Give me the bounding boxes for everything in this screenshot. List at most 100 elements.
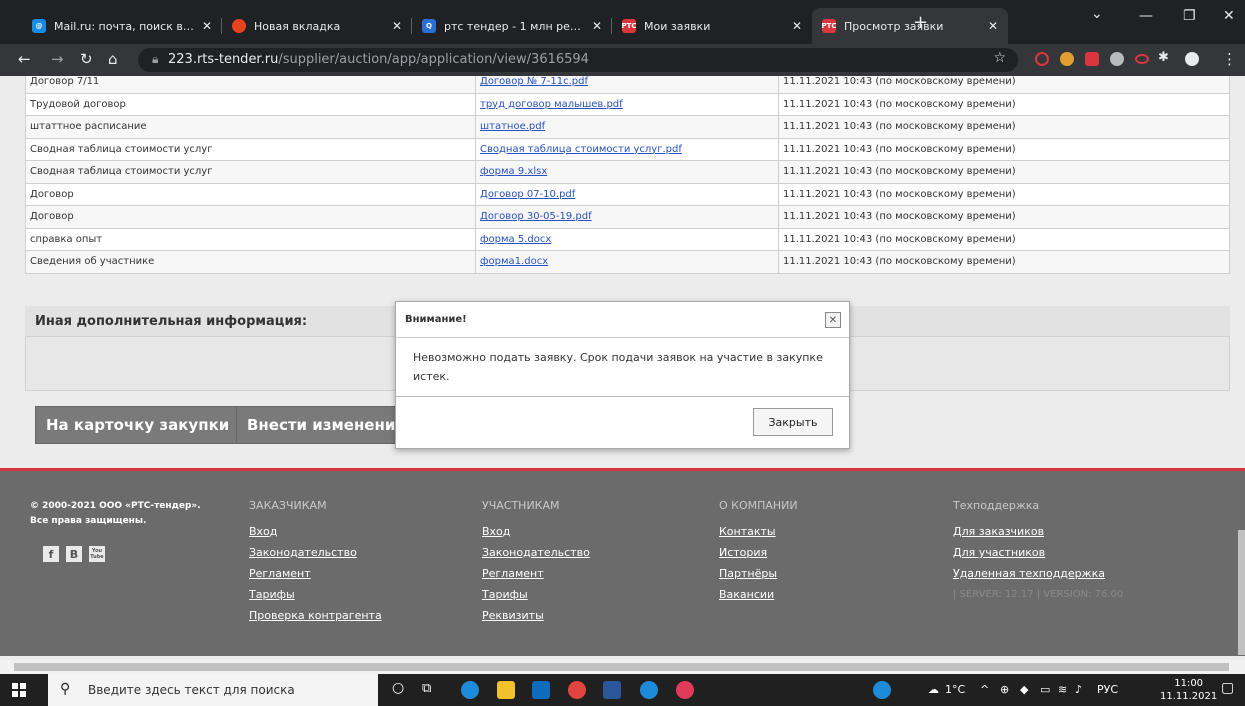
- close-icon[interactable]: ✕: [988, 19, 998, 33]
- browser-tab-5-active[interactable]: РТС Просмотр заявки ✕: [812, 8, 1008, 44]
- file-link-text[interactable]: штатное.pdf: [480, 121, 545, 132]
- horizontal-scroll-thumb[interactable]: [14, 663, 1229, 671]
- extension-timer-icon[interactable]: [1035, 52, 1049, 66]
- notification-icon[interactable]: ▢: [1221, 680, 1234, 696]
- file-link-text[interactable]: Сводная таблица стоимости услуг.pdf: [480, 144, 682, 155]
- footer-customers: ЗАКАЗЧИКАМ Вход Законодательство Регламе…: [249, 499, 382, 626]
- network-icon[interactable]: ⊕: [1000, 683, 1009, 696]
- menu-kebab-icon[interactable]: ⋮: [1222, 50, 1237, 68]
- close-icon[interactable]: ✕: [202, 19, 212, 33]
- bookmark-star-icon[interactable]: ☆: [993, 50, 1006, 66]
- help-icon[interactable]: [873, 681, 891, 699]
- new-tab-plus-icon[interactable]: +: [913, 12, 928, 33]
- document-date: 11.11.2021 10:43 (по московскому времени…: [778, 137, 1230, 161]
- tab-search-chevron-icon[interactable]: ⌄: [1091, 6, 1103, 22]
- chrome-icon[interactable]: [568, 681, 586, 699]
- extension-icon[interactable]: [1060, 52, 1074, 66]
- site-footer: © 2000-2021 ООО «РТС-тендер». Все права …: [0, 468, 1245, 656]
- puzzle-extensions-icon[interactable]: ✱: [1158, 50, 1169, 65]
- internet-explorer-icon[interactable]: [640, 681, 658, 699]
- tray-app-icon[interactable]: ▭: [1040, 683, 1050, 696]
- footer-link[interactable]: Проверка контрагента: [249, 605, 382, 626]
- footer-link[interactable]: Законодательство: [482, 542, 590, 563]
- close-icon[interactable]: ✕: [392, 19, 402, 33]
- taskbar-search-input[interactable]: ⚲ Введите здесь текст для поиска: [48, 674, 378, 706]
- windows-start-icon[interactable]: [12, 683, 26, 697]
- close-icon[interactable]: ✕: [825, 312, 841, 328]
- file-link-text[interactable]: Договор 30-05-19.pdf: [480, 211, 592, 222]
- mail-icon[interactable]: [532, 681, 550, 699]
- document-file-link[interactable]: Сводная таблица стоимости услуг.pdf: [475, 137, 779, 161]
- dialog-close-button[interactable]: Закрыть: [753, 408, 833, 436]
- tray-chevron-icon[interactable]: ^: [980, 683, 989, 696]
- close-icon[interactable]: ✕: [792, 19, 802, 33]
- cloud-extension-icon[interactable]: [1135, 54, 1149, 64]
- footer-link[interactable]: Партнёры: [719, 563, 798, 584]
- wifi-icon[interactable]: ≋: [1058, 683, 1067, 696]
- document-file-link[interactable]: форма 5.docx: [475, 227, 779, 251]
- document-file-link[interactable]: Договор 30-05-19.pdf: [475, 205, 779, 229]
- weather-temp[interactable]: 1°C: [945, 683, 965, 696]
- browser-tab-3[interactable]: Q ртс тендер - 1 млн результа ✕: [412, 8, 612, 44]
- document-file-link[interactable]: форма1.docx: [475, 250, 779, 274]
- document-file-link[interactable]: Договор 07-10.pdf: [475, 182, 779, 206]
- app-icon[interactable]: [676, 681, 694, 699]
- file-link-text[interactable]: форма 9.xlsx: [480, 166, 547, 177]
- pdf-extension-icon[interactable]: [1085, 52, 1099, 66]
- vk-icon[interactable]: B: [66, 546, 82, 562]
- document-file-link[interactable]: Договор № 7-11с.pdf: [475, 76, 779, 94]
- footer-link[interactable]: Законодательство: [249, 542, 382, 563]
- footer-link[interactable]: Тарифы: [482, 584, 590, 605]
- browser-tab-4[interactable]: РТС Мои заявки ✕: [612, 8, 812, 44]
- reload-icon[interactable]: ↻: [80, 50, 93, 68]
- browser-tab-2[interactable]: Новая вкладка ✕: [222, 8, 412, 44]
- file-link-text[interactable]: форма1.docx: [480, 256, 548, 267]
- to-purchase-card-button[interactable]: На карточку закупки: [35, 406, 241, 444]
- document-file-link[interactable]: штатное.pdf: [475, 115, 779, 139]
- footer-link[interactable]: Реквизиты: [482, 605, 590, 626]
- youtube-icon[interactable]: You Tube: [89, 546, 105, 562]
- footer-link[interactable]: История: [719, 542, 798, 563]
- address-bar[interactable]: 🔒︎ 223.rts-tender.ru/supplier/auction/ap…: [138, 48, 1018, 72]
- restore-icon[interactable]: ❐: [1183, 8, 1196, 24]
- footer-link[interactable]: Вход: [482, 521, 590, 542]
- minimize-icon[interactable]: —: [1139, 8, 1153, 24]
- word-icon[interactable]: [603, 681, 621, 699]
- file-link-text[interactable]: форма 5.docx: [480, 234, 551, 245]
- close-icon[interactable]: ✕: [592, 19, 602, 33]
- task-view-icon[interactable]: ⧉: [422, 681, 431, 696]
- vertical-scroll-thumb[interactable]: [1238, 530, 1245, 655]
- footer-link[interactable]: Для заказчиков: [953, 521, 1123, 542]
- system-clock[interactable]: 11:00 11.11.2021: [1160, 677, 1217, 703]
- window-close-icon[interactable]: ✕: [1223, 8, 1235, 24]
- tray-app-icon[interactable]: ◆: [1020, 683, 1028, 696]
- footer-link[interactable]: Вакансии: [719, 584, 798, 605]
- facebook-icon[interactable]: f: [43, 546, 59, 562]
- language-indicator[interactable]: РУС: [1097, 683, 1118, 696]
- footer-link[interactable]: Регламент: [249, 563, 382, 584]
- profile-avatar-icon[interactable]: [1185, 52, 1199, 66]
- document-date: 11.11.2021 10:43 (по московскому времени…: [778, 250, 1230, 274]
- file-link-text[interactable]: Договор № 7-11с.pdf: [480, 76, 588, 87]
- edge-icon[interactable]: [461, 681, 479, 699]
- cortana-icon[interactable]: ○: [392, 680, 404, 696]
- file-link-text[interactable]: Договор 07-10.pdf: [480, 189, 575, 200]
- footer-link[interactable]: Удаленная техподдержка: [953, 563, 1123, 584]
- file-link-text[interactable]: труд договор малышев.pdf: [480, 99, 623, 110]
- home-icon[interactable]: ⌂: [108, 50, 118, 68]
- browser-tab-1[interactable]: @ Mail.ru: почта, поиск в интер ✕: [22, 8, 222, 44]
- footer-link[interactable]: Для участников: [953, 542, 1123, 563]
- footer-link[interactable]: Вход: [249, 521, 382, 542]
- make-changes-button[interactable]: Внести изменения: [236, 406, 401, 444]
- horizontal-scrollbar[interactable]: [0, 660, 1245, 674]
- extension-icon[interactable]: [1110, 52, 1124, 66]
- footer-link[interactable]: Тарифы: [249, 584, 382, 605]
- document-file-link[interactable]: форма 9.xlsx: [475, 160, 779, 184]
- footer-link[interactable]: Регламент: [482, 563, 590, 584]
- back-arrow-icon[interactable]: ←: [18, 50, 31, 68]
- forward-arrow-icon[interactable]: →: [51, 50, 64, 68]
- footer-link[interactable]: Контакты: [719, 521, 798, 542]
- file-explorer-icon[interactable]: [497, 681, 515, 699]
- volume-icon[interactable]: ♪: [1075, 683, 1082, 696]
- document-file-link[interactable]: труд договор малышев.pdf: [475, 92, 779, 116]
